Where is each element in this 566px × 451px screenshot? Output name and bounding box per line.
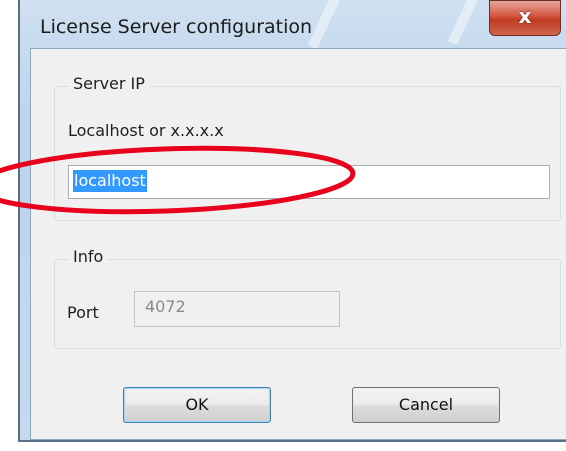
info-group: Info Port 4072 bbox=[54, 247, 561, 349]
server-ip-input[interactable]: localhost bbox=[68, 165, 550, 199]
server-ip-group-label: Server IP bbox=[69, 74, 149, 93]
port-label: Port bbox=[67, 303, 99, 322]
screenshot-stage: License Server configuration x Server IP… bbox=[0, 0, 566, 451]
server-ip-selected-text: localhost bbox=[73, 170, 147, 192]
title-glass-streak bbox=[447, 0, 483, 46]
close-icon: x bbox=[518, 4, 532, 28]
server-ip-hint-label: Localhost or x.x.x.x bbox=[68, 121, 224, 140]
server-ip-group: Server IP Localhost or x.x.x.x localhost bbox=[54, 74, 561, 221]
dialog-window: License Server configuration x Server IP… bbox=[18, 0, 566, 442]
close-button[interactable]: x bbox=[489, 0, 561, 36]
dialog-client-area: Server IP Localhost or x.x.x.x localhost… bbox=[30, 48, 566, 440]
port-value: 4072 bbox=[145, 297, 186, 316]
title-glass-streak bbox=[307, 0, 343, 50]
info-group-label: Info bbox=[69, 247, 108, 266]
cancel-button[interactable]: Cancel bbox=[352, 387, 500, 423]
port-field: 4072 bbox=[134, 291, 340, 327]
ok-button[interactable]: OK bbox=[123, 387, 271, 423]
dialog-title: License Server configuration bbox=[40, 16, 313, 38]
